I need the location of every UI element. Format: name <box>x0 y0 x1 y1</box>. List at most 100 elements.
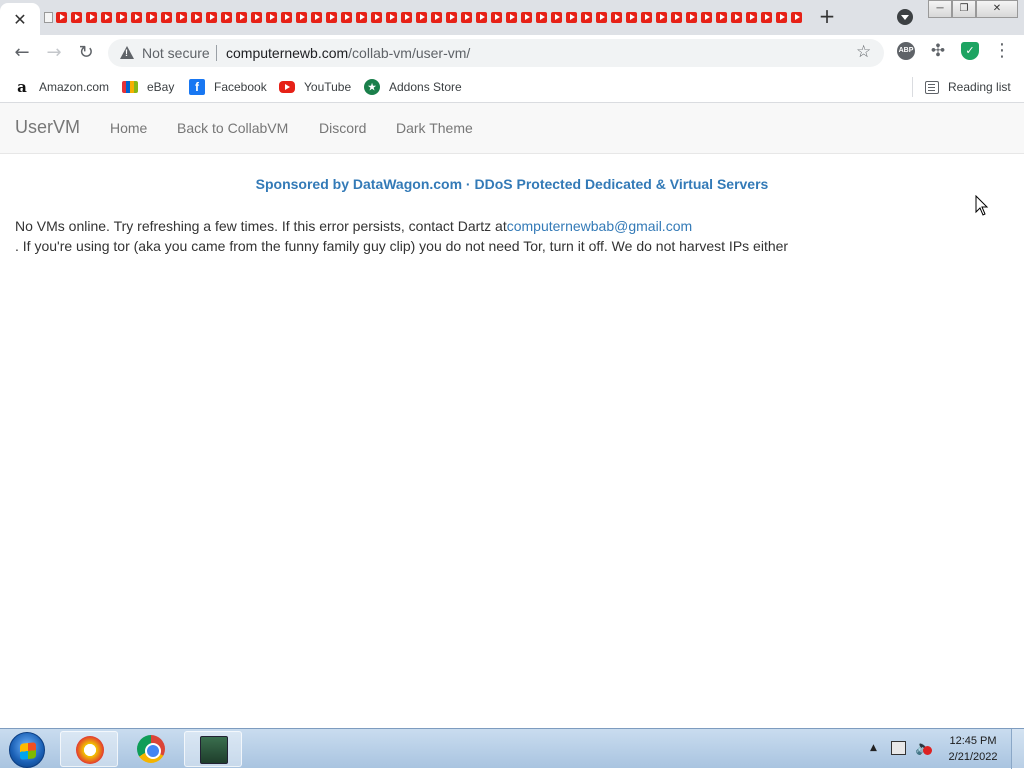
youtube-tab-icon[interactable] <box>549 10 564 25</box>
contact-email-link[interactable]: computernewbab@gmail.com <box>507 218 692 234</box>
youtube-tab-icon[interactable] <box>99 10 114 25</box>
back-button[interactable]: ← <box>10 41 34 65</box>
youtube-tab-icon[interactable] <box>159 10 174 25</box>
tab-search-icon[interactable] <box>897 9 913 25</box>
youtube-tab-icon[interactable] <box>354 10 369 25</box>
start-button[interactable] <box>9 732 45 768</box>
youtube-tab-icon[interactable] <box>339 10 354 25</box>
nav-back-to-collabvm[interactable]: Back to CollabVM <box>177 120 288 136</box>
security-status[interactable]: Not secure <box>142 45 210 61</box>
youtube-tab-icon[interactable] <box>444 10 459 25</box>
extensions-puzzle-icon[interactable]: ✣ <box>929 42 947 60</box>
minimize-button[interactable]: ─ <box>928 0 952 18</box>
nav-home[interactable]: Home <box>110 120 147 136</box>
youtube-tab-icon[interactable] <box>69 10 84 25</box>
taskbar-chrome[interactable] <box>122 731 180 767</box>
youtube-tab-icon[interactable] <box>399 10 414 25</box>
bookmark-ebay[interactable]: eBay <box>122 77 174 97</box>
youtube-tab-icon[interactable] <box>564 10 579 25</box>
reload-button[interactable]: ↻ <box>74 41 98 65</box>
youtube-tab-icon[interactable] <box>729 10 744 25</box>
browser-menu-icon[interactable]: ⋮ <box>993 41 1011 61</box>
new-tab-button[interactable]: + <box>816 6 838 28</box>
show-desktop-button[interactable] <box>1011 729 1024 769</box>
nav-discord[interactable]: Discord <box>319 120 366 136</box>
youtube-tab-icon[interactable] <box>774 10 789 25</box>
nav-dark-theme[interactable]: Dark Theme <box>396 120 473 136</box>
bookmark-youtube[interactable]: YouTube <box>279 77 351 97</box>
youtube-tab-icon[interactable] <box>624 10 639 25</box>
youtube-tab-icon[interactable] <box>789 10 804 25</box>
reading-list-button[interactable]: Reading list <box>925 77 1011 97</box>
youtube-tab-icon[interactable] <box>114 10 129 25</box>
youtube-tab-icon[interactable] <box>519 10 534 25</box>
youtube-tab-icon[interactable] <box>609 10 624 25</box>
sponsor-link[interactable]: Sponsored by DataWagon.com · DDoS Protec… <box>0 176 1024 192</box>
address-bar[interactable]: Not secure computernewb.com/collab-vm/us… <box>108 39 884 67</box>
close-window-button[interactable]: ✕ <box>976 0 1018 18</box>
forward-button[interactable]: → <box>42 41 66 65</box>
youtube-tab-icon[interactable] <box>489 10 504 25</box>
youtube-tab-icon[interactable] <box>474 10 489 25</box>
youtube-tab-icon[interactable] <box>414 10 429 25</box>
active-tab[interactable]: ✕ <box>0 3 40 35</box>
youtube-tab-icon[interactable] <box>219 10 234 25</box>
youtube-tab-icon[interactable] <box>684 10 699 25</box>
bookmark-addons-store[interactable]: ★ Addons Store <box>364 77 462 97</box>
youtube-tab-icon[interactable] <box>279 10 294 25</box>
youtube-tab-icon[interactable] <box>84 10 99 25</box>
youtube-tab-icon[interactable] <box>639 10 654 25</box>
youtube-tab-icon[interactable] <box>534 10 549 25</box>
bookmark-star-icon[interactable]: ☆ <box>856 42 871 62</box>
system-clock[interactable]: 12:45 PM 2/21/2022 <box>940 733 1006 765</box>
youtube-tab-icon[interactable] <box>699 10 714 25</box>
network-icon[interactable] <box>891 741 906 755</box>
youtube-tab-icon[interactable] <box>459 10 474 25</box>
youtube-tab-icon[interactable] <box>264 10 279 25</box>
message-text-2: . If you're using tor (aka you came from… <box>15 238 789 254</box>
youtube-tab-icon[interactable] <box>654 10 669 25</box>
youtube-tab-icon[interactable] <box>504 10 519 25</box>
tray-expand-icon[interactable]: ▲ <box>870 743 877 753</box>
youtube-tab-icon[interactable] <box>579 10 594 25</box>
warning-icon[interactable] <box>120 46 134 59</box>
adblock-extension-icon[interactable]: ABP <box>897 42 915 60</box>
youtube-tab-icon[interactable] <box>234 10 249 25</box>
bookmark-facebook[interactable]: f Facebook <box>189 77 267 97</box>
security-shield-extension-icon[interactable]: ✓ <box>961 42 979 60</box>
youtube-tab-icon[interactable] <box>129 10 144 25</box>
error-message: No VMs online. Try refreshing a few time… <box>15 216 1005 256</box>
youtube-tab-icon[interactable] <box>54 10 69 25</box>
youtube-tab-icon[interactable] <box>714 10 729 25</box>
bookmark-label: Facebook <box>214 80 267 94</box>
youtube-tab-icon[interactable] <box>429 10 444 25</box>
youtube-tab-icon[interactable] <box>369 10 384 25</box>
site-brand[interactable]: UserVM <box>15 117 80 138</box>
youtube-tab-icon[interactable] <box>744 10 759 25</box>
addons-store-icon: ★ <box>364 79 380 95</box>
youtube-tab-icon[interactable] <box>294 10 309 25</box>
youtube-tab-icon[interactable] <box>204 10 219 25</box>
volume-muted-icon[interactable]: 🔈 <box>915 740 933 756</box>
bookmark-label: eBay <box>147 80 175 94</box>
youtube-tab-icon[interactable] <box>594 10 609 25</box>
youtube-tab-icon[interactable] <box>189 10 204 25</box>
taskbar-vm-app[interactable] <box>184 731 242 767</box>
youtube-tab-icon[interactable] <box>309 10 324 25</box>
bookmark-amazon[interactable]: a Amazon.com <box>14 77 109 97</box>
document-tab-icon[interactable] <box>42 10 54 25</box>
youtube-tab-icon[interactable] <box>384 10 399 25</box>
restore-button[interactable]: ❐ <box>952 0 976 18</box>
tab-strip: ✕ + ─ ❐ ✕ <box>0 0 1024 35</box>
amazon-icon: a <box>17 78 27 96</box>
youtube-tab-icon[interactable] <box>669 10 684 25</box>
close-tab-icon[interactable]: ✕ <box>13 10 26 29</box>
youtube-tab-icon[interactable] <box>174 10 189 25</box>
vm-app-icon <box>200 736 228 764</box>
taskbar-shield-app[interactable] <box>60 731 118 767</box>
youtube-tab-icon[interactable] <box>144 10 159 25</box>
youtube-tab-icon[interactable] <box>324 10 339 25</box>
youtube-tab-icon[interactable] <box>249 10 264 25</box>
url-text[interactable]: computernewb.com/collab-vm/user-vm/ <box>226 45 470 61</box>
youtube-tab-icon[interactable] <box>759 10 774 25</box>
